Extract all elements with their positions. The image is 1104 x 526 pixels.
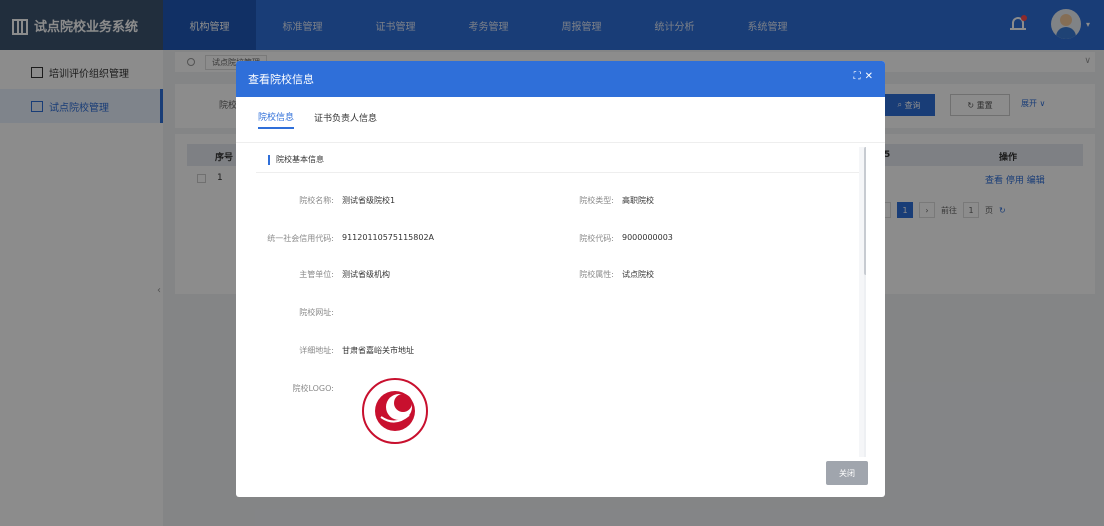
field-value: 91120110575115802A bbox=[342, 233, 434, 242]
close-icon[interactable]: ✕ bbox=[865, 71, 873, 82]
field-label: 详细地址: bbox=[299, 346, 334, 355]
field-school-type: 院校类型: 高职院校 bbox=[536, 195, 654, 206]
field-credit-code: 统一社会信用代码: 91120110575115802A bbox=[256, 233, 434, 244]
dialog-tabs: 院校信息 证书负责人信息 bbox=[236, 97, 885, 143]
field-value: 9000000003 bbox=[622, 233, 673, 242]
field-value: 甘肃省嘉峪关市地址 bbox=[342, 346, 414, 355]
field-label: 统一社会信用代码: bbox=[267, 234, 334, 243]
dialog-body: 院校基本信息 院校名称: 测试省级院校1 院校类型: 高职院校 统一社会信用代码… bbox=[256, 147, 866, 457]
field-department: 主管单位: 测试省级机构 bbox=[256, 269, 390, 280]
field-address: 详细地址: 甘肃省嘉峪关市地址 bbox=[256, 345, 414, 356]
field-value: 测试省级院校1 bbox=[342, 196, 396, 205]
close-button[interactable]: 关闭 bbox=[826, 461, 868, 485]
field-label: 主管单位: bbox=[299, 270, 334, 279]
field-school-attr: 院校属性: 试点院校 bbox=[536, 269, 654, 280]
field-label: 院校网址: bbox=[299, 308, 334, 317]
field-school-code: 院校代码: 9000000003 bbox=[536, 233, 673, 244]
field-school-name: 院校名称: 测试省级院校1 bbox=[256, 195, 395, 206]
dialog-footer: 关闭 bbox=[236, 457, 885, 497]
field-website: 院校网址: bbox=[256, 307, 342, 318]
section-title: 院校基本信息 bbox=[256, 147, 859, 173]
field-label: 院校名称: bbox=[299, 196, 334, 205]
dialog-title: 查看院校信息 bbox=[248, 73, 314, 86]
field-label: 院校代码: bbox=[579, 234, 614, 243]
basic-info-section: 院校基本信息 院校名称: 测试省级院校1 院校类型: 高职院校 统一社会信用代码… bbox=[256, 147, 866, 457]
field-label: 院校类型: bbox=[579, 196, 614, 205]
tab-school-info[interactable]: 院校信息 bbox=[258, 110, 295, 129]
field-value: 高职院校 bbox=[622, 196, 654, 205]
fullscreen-icon[interactable]: ⛶ bbox=[854, 71, 861, 82]
school-info-dialog: 查看院校信息 ⛶ ✕ 院校信息 证书负责人信息 院校基本信息 院校名称: 测试省… bbox=[236, 61, 885, 497]
scrollbar-thumb[interactable] bbox=[864, 147, 866, 275]
field-label: 院校LOGO: bbox=[292, 384, 334, 393]
field-logo: 院校LOGO: bbox=[256, 383, 342, 394]
section-title-text: 院校基本信息 bbox=[276, 155, 324, 164]
school-logo-image bbox=[362, 378, 428, 444]
field-value: 试点院校 bbox=[622, 270, 654, 279]
field-label: 院校属性: bbox=[579, 270, 614, 279]
field-value: 测试省级机构 bbox=[342, 270, 390, 279]
tab-cert-owner-info[interactable]: 证书负责人信息 bbox=[314, 111, 377, 128]
dialog-header: 查看院校信息 ⛶ ✕ bbox=[236, 61, 885, 97]
